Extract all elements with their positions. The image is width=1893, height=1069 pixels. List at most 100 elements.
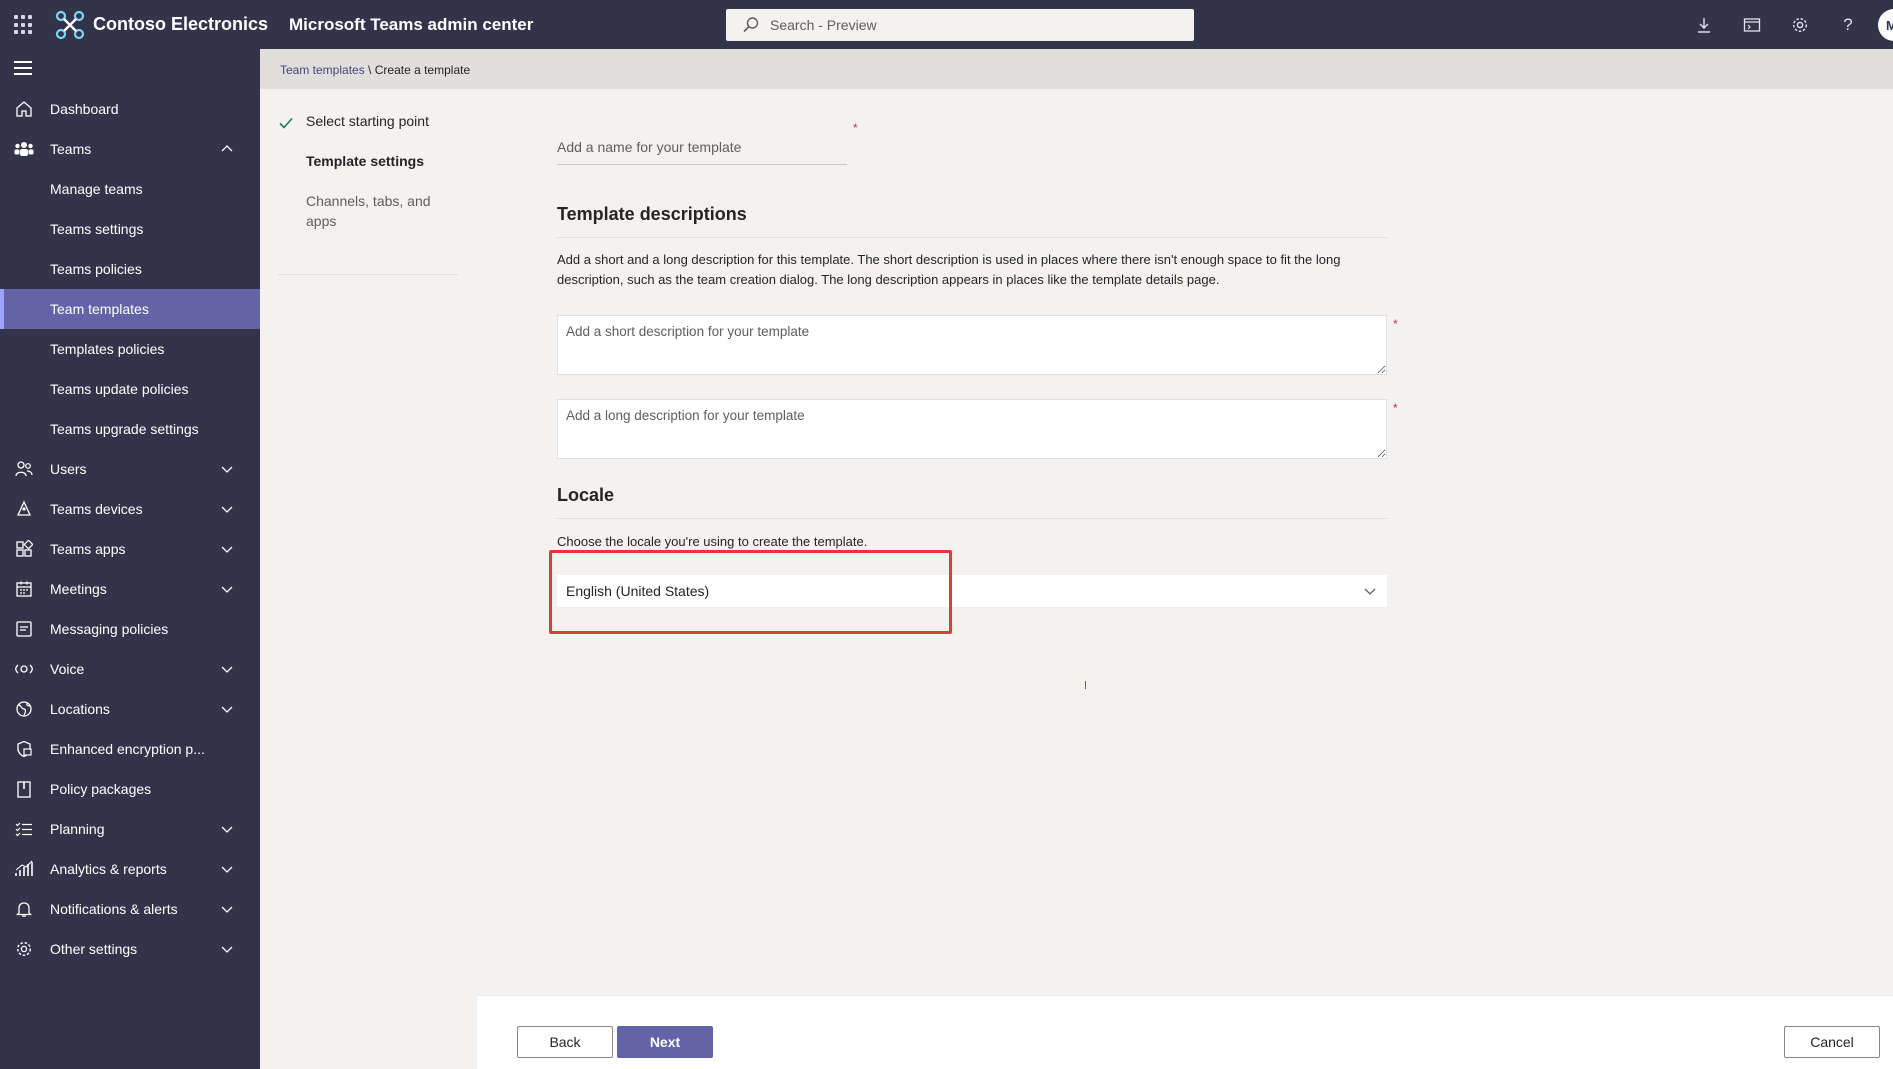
wizard-footer: Back Next Cancel (477, 995, 1893, 1069)
nav-item-label: Voice (50, 661, 85, 677)
settings-gear-icon[interactable] (1789, 14, 1811, 36)
nav-item-label: Notifications & alerts (50, 901, 178, 917)
nav-item-teams[interactable]: Teams (0, 129, 260, 169)
lock-icon (14, 739, 34, 759)
nav-item-policy-packages[interactable]: Policy packages (0, 769, 260, 809)
chevron-down-icon (221, 946, 233, 953)
nav-item-other-settings[interactable]: Other settings (0, 929, 260, 969)
next-button[interactable]: Next (617, 1026, 713, 1058)
nav-item-manage-teams[interactable]: Manage teams (0, 169, 260, 209)
long-description-textarea[interactable] (557, 399, 1387, 459)
nav-item-voice[interactable]: Voice (0, 649, 260, 689)
nav-item-notifications-alerts[interactable]: Notifications & alerts (0, 889, 260, 929)
nav-item-label: Teams policies (50, 261, 142, 277)
nav-item-label: Manage teams (50, 181, 143, 197)
nav-item-label: Analytics & reports (50, 861, 167, 877)
devices-icon (14, 499, 34, 519)
nav-item-teams-devices[interactable]: Teams devices (0, 489, 260, 529)
nav-item-teams-upgrade-settings[interactable]: Teams upgrade settings (0, 409, 260, 449)
short-description-textarea[interactable] (557, 315, 1387, 375)
users-icon (14, 459, 34, 479)
nav-item-templates-policies[interactable]: Templates policies (0, 329, 260, 369)
search-input[interactable] (770, 9, 1180, 41)
template-name-input[interactable] (557, 129, 847, 165)
gear-icon (14, 939, 34, 959)
nav-item-teams-apps[interactable]: Teams apps (0, 529, 260, 569)
nav-item-label: Messaging policies (50, 621, 169, 637)
checklist-icon (14, 819, 34, 839)
chevron-down-icon (221, 586, 233, 593)
breadcrumb-bar: Team templates \ Create a template (260, 49, 1893, 89)
nav-item-teams-settings[interactable]: Teams settings (0, 209, 260, 249)
nav-item-label: Other settings (50, 941, 138, 957)
nav-item-label: Users (50, 461, 87, 477)
nav-item-messaging-policies[interactable]: Messaging policies (0, 609, 260, 649)
back-button[interactable]: Back (517, 1026, 613, 1058)
chevron-down-icon (221, 506, 233, 513)
cancel-button[interactable]: Cancel (1784, 1026, 1880, 1058)
checkmark-icon (279, 117, 293, 129)
nav-item-label: Team templates (50, 301, 149, 317)
step-label: Template settings (306, 153, 424, 169)
nav-item-label: Planning (50, 821, 105, 837)
section-divider (557, 518, 1387, 519)
chevron-down-icon (221, 866, 233, 873)
hamburger-menu-icon[interactable] (14, 61, 34, 77)
locale-help-text: Choose the locale you're using to create… (557, 534, 868, 549)
nav-item-locations[interactable]: Locations (0, 689, 260, 729)
nav-item-label: Teams update policies (50, 381, 189, 397)
nav-item-teams-policies[interactable]: Teams policies (0, 249, 260, 289)
nav-item-label: Teams devices (50, 501, 143, 517)
nav-item-enhanced-encryption[interactable]: Enhanced encryption p... (0, 729, 260, 769)
calendar-icon (14, 579, 34, 599)
package-icon (14, 779, 34, 799)
chevron-down-icon (221, 706, 233, 713)
globe-icon (14, 699, 34, 719)
download-icon[interactable] (1693, 14, 1715, 36)
nav-item-label: Locations (50, 701, 110, 717)
chevron-down-icon (221, 666, 233, 673)
contoso-logo-icon (55, 10, 85, 40)
required-indicator: * (1393, 317, 1398, 331)
nav-item-label: Teams (50, 141, 92, 157)
nav-item-label: Dashboard (50, 101, 119, 117)
help-icon[interactable]: ? (1837, 14, 1859, 36)
nav-item-team-templates[interactable]: Team templates (0, 289, 260, 329)
nav-item-label: Teams settings (50, 221, 144, 237)
locale-heading: Locale (557, 485, 615, 505)
nav-item-users[interactable]: Users (0, 449, 260, 489)
nav-item-planning[interactable]: Planning (0, 809, 260, 849)
chevron-down-icon (1364, 588, 1376, 595)
nav-item-dashboard[interactable]: Dashboard (0, 89, 260, 129)
org-name: Contoso Electronics (93, 14, 269, 34)
chart-icon (14, 859, 34, 879)
message-icon (14, 619, 34, 639)
top-bar: Contoso Electronics Microsoft Teams admi… (0, 0, 1893, 49)
chevron-down-icon (221, 906, 233, 913)
nav-item-label: Policy packages (50, 781, 152, 797)
nav-item-teams-update-policies[interactable]: Teams update policies (0, 369, 260, 409)
nav-item-label: Teams upgrade settings (50, 421, 199, 437)
nav-item-meetings[interactable]: Meetings (0, 569, 260, 609)
nav-item-label: Templates policies (50, 341, 165, 357)
avatar[interactable]: M (1878, 9, 1893, 41)
chevron-up-icon (221, 145, 233, 152)
chevron-down-icon (221, 826, 233, 833)
nav-item-label: Meetings (50, 581, 107, 597)
descriptions-help-text: Add a short and a long description for t… (557, 252, 1341, 287)
breadcrumb-link-team-templates[interactable]: Team templates (280, 63, 365, 77)
wizard-steps: Select starting point Template settings … (260, 89, 477, 1069)
apps-icon (14, 539, 34, 559)
shell-icon[interactable] (1741, 14, 1763, 36)
left-navigation: Dashboard Teams Manage teams Teams setti… (0, 49, 260, 1069)
app-title: Microsoft Teams admin center (289, 15, 534, 34)
breadcrumb: Team templates \ Create a template (280, 63, 470, 77)
search-box[interactable] (726, 9, 1194, 41)
app-launcher-icon[interactable] (14, 15, 34, 35)
section-divider (557, 237, 1387, 238)
nav-item-label: Enhanced encryption p... (50, 741, 205, 757)
teams-icon (14, 139, 34, 159)
bell-icon (14, 899, 34, 919)
nav-item-analytics-reports[interactable]: Analytics & reports (0, 849, 260, 889)
required-indicator: * (1393, 401, 1398, 415)
